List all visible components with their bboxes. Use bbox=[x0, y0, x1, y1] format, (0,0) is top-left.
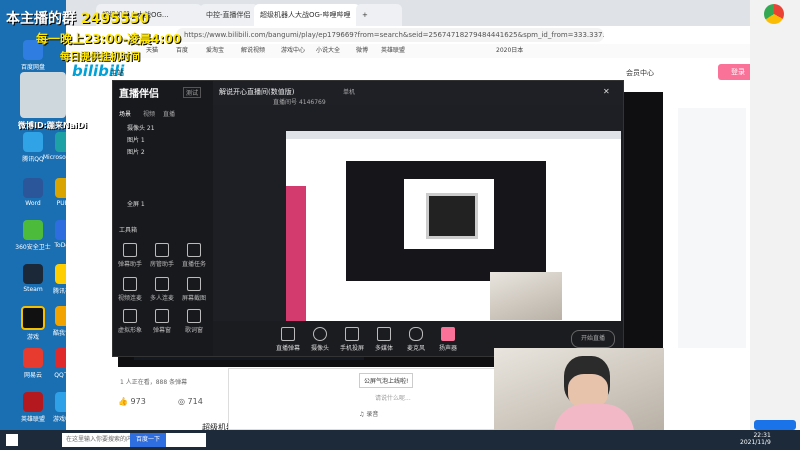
tool-multi-link[interactable]: 多人连麦 bbox=[147, 277, 177, 302]
tab-live[interactable]: 直播 bbox=[163, 109, 175, 118]
bubble-tip: 公屏气泡上线啦! bbox=[359, 373, 414, 388]
beta-badge: 测试 bbox=[183, 87, 202, 98]
taskbar: 在这里输入你要搜索的内容 百度一下 22:31 2021/11/9 bbox=[0, 430, 800, 450]
record-button[interactable]: ♫ 录音 bbox=[359, 409, 378, 418]
source-item[interactable]: 全屏 1 bbox=[127, 199, 145, 208]
play-icon bbox=[377, 327, 391, 341]
group-icon bbox=[155, 277, 169, 291]
live-logo: 直播伴侣 bbox=[119, 89, 159, 100]
source-item[interactable]: 图片 2 bbox=[127, 147, 145, 156]
bookmark-item[interactable]: 英雄联盟 bbox=[381, 46, 405, 56]
category-label[interactable]: 单机 bbox=[343, 87, 355, 96]
tool-lyrics[interactable]: 歌词窗 bbox=[179, 309, 209, 334]
url-input[interactable]: https://www.bilibili.com/bangumi/play/ep… bbox=[176, 28, 604, 42]
tab-bar: 超级机器人大战OG... 中控-直播伴侣 超级机器人大战OG-哔哩哔哩 + bbox=[66, 0, 750, 26]
tab-new[interactable]: + bbox=[356, 4, 402, 26]
bookmark-item[interactable]: 2020日本 bbox=[496, 46, 523, 56]
live-topbar: 解说开心直播间(数值版) 单机 直播间号 4146769 ✕ bbox=[213, 81, 623, 106]
tool-live-task[interactable]: 直播任务 bbox=[179, 243, 209, 268]
chat-panel: 公屏气泡上线啦! 请说什么呢... ♫ 录音 bbox=[228, 368, 496, 430]
tool-barrage-helper[interactable]: 弹幕助手 bbox=[115, 243, 145, 268]
stream-title: 解说开心直播间(数值版) bbox=[219, 88, 295, 96]
bookmark-item[interactable]: 百度 bbox=[176, 46, 188, 56]
right-panel bbox=[678, 108, 746, 348]
screenshot-icon bbox=[187, 277, 201, 291]
camera-button[interactable]: 摄像头 bbox=[305, 327, 335, 352]
member-center-link[interactable]: 会员中心 bbox=[626, 68, 654, 78]
tray-action-button[interactable] bbox=[754, 420, 796, 430]
toolbox-title: 工具箱 bbox=[119, 227, 138, 234]
like-button[interactable]: 👍 973 bbox=[118, 397, 146, 406]
camera-icon bbox=[313, 327, 327, 341]
baidu-search-button[interactable]: 百度一下 bbox=[130, 433, 166, 447]
source-item[interactable]: 图片 1 bbox=[127, 135, 145, 144]
window-icon bbox=[155, 309, 169, 323]
tab-2[interactable]: 中控-直播伴侣 bbox=[200, 4, 258, 26]
viewer-stats: 1 人正在看，888 条弹幕 bbox=[120, 379, 188, 386]
speaker-button[interactable]: 扬声器 bbox=[433, 327, 463, 352]
desktop-icons: 百度网盘 腾讯QQ Microsoft Edge Word PUBG 360安全… bbox=[0, 0, 87, 430]
task-icon bbox=[187, 243, 201, 257]
tool-avatar[interactable]: 虚拟形象 bbox=[115, 309, 145, 334]
overlay-line2: 每一晚上23:00-凌晨4:00 bbox=[36, 32, 182, 46]
chrome-icon[interactable] bbox=[764, 4, 784, 24]
source-item[interactable]: 摄像头 21 bbox=[127, 123, 155, 132]
coin-icon: ◎ bbox=[178, 397, 185, 406]
bookmark-item[interactable]: 解说视频 bbox=[241, 46, 265, 56]
barrage-icon bbox=[123, 243, 137, 257]
bookmark-item[interactable]: 天猫 bbox=[146, 46, 158, 56]
nested-capture-inner bbox=[426, 193, 478, 239]
notification-panel bbox=[750, 0, 800, 430]
mic-button[interactable]: 麦克风 bbox=[401, 327, 431, 352]
media-button[interactable]: 多媒体 bbox=[369, 327, 399, 352]
speaker-icon bbox=[441, 327, 455, 341]
screen-capture-preview bbox=[286, 131, 621, 326]
nested-icons bbox=[286, 186, 306, 326]
nested-tabbar bbox=[286, 131, 621, 139]
streamer-face bbox=[568, 374, 608, 408]
overlay-line3: 每日提供挂机时间 bbox=[60, 52, 140, 63]
avatar-icon bbox=[123, 309, 137, 323]
tool-room-admin[interactable]: 房管助手 bbox=[147, 243, 177, 268]
webcam-large bbox=[494, 348, 664, 434]
chat-icon bbox=[281, 327, 295, 341]
music-icon: ♫ bbox=[359, 411, 365, 418]
tool-screenshot[interactable]: 屏幕截图 bbox=[179, 277, 209, 302]
lyrics-icon bbox=[187, 309, 201, 323]
live-barrage-button[interactable]: 直播弹幕 bbox=[273, 327, 303, 352]
bookmark-item[interactable]: 爱淘宝 bbox=[206, 46, 224, 56]
admin-icon bbox=[155, 243, 169, 257]
close-icon[interactable]: ✕ bbox=[603, 87, 610, 96]
tab-active[interactable]: 超级机器人大战OG-哔哩哔哩 bbox=[254, 4, 360, 26]
webcam-thumbnail bbox=[490, 272, 562, 320]
bookmark-item[interactable]: 微博 bbox=[356, 46, 368, 56]
windows-start-icon[interactable] bbox=[6, 434, 18, 446]
mic-icon bbox=[409, 327, 423, 341]
phone-icon bbox=[345, 327, 359, 341]
phone-cast-button[interactable]: 手机投屏 bbox=[337, 327, 367, 352]
tab-video[interactable]: 视频 bbox=[143, 109, 155, 118]
tool-video-link[interactable]: 视频连麦 bbox=[115, 277, 145, 302]
chat-input[interactable]: 请说什么呢... bbox=[375, 393, 485, 405]
avatar bbox=[20, 72, 66, 118]
tab-scene[interactable]: 场景 bbox=[119, 109, 131, 118]
live-sidebar: 直播伴侣 测试 场景 视频 直播 摄像头 21 图片 1 图片 2 全屏 1 工… bbox=[113, 81, 213, 356]
room-label: 直播间号 4146769 bbox=[273, 99, 326, 106]
tool-barrage-window[interactable]: 弹幕窗 bbox=[147, 309, 177, 334]
nav-main-site[interactable]: 主站 bbox=[110, 68, 124, 78]
weibo-id: 微博ID:蹦来NaiDi bbox=[18, 121, 88, 130]
start-live-button[interactable]: 开始直播 bbox=[571, 330, 615, 348]
link-icon bbox=[123, 277, 137, 291]
bookmark-item[interactable]: 小说大全 bbox=[316, 46, 340, 56]
overlay-line1: 本主播的群 2495550 bbox=[6, 11, 150, 27]
bookmark-item[interactable]: 游戏中心 bbox=[281, 46, 305, 56]
clock: 22:31 2021/11/9 bbox=[740, 432, 771, 446]
thumb-up-icon: 👍 bbox=[118, 397, 128, 406]
coin-button[interactable]: ◎ 714 bbox=[178, 397, 203, 406]
